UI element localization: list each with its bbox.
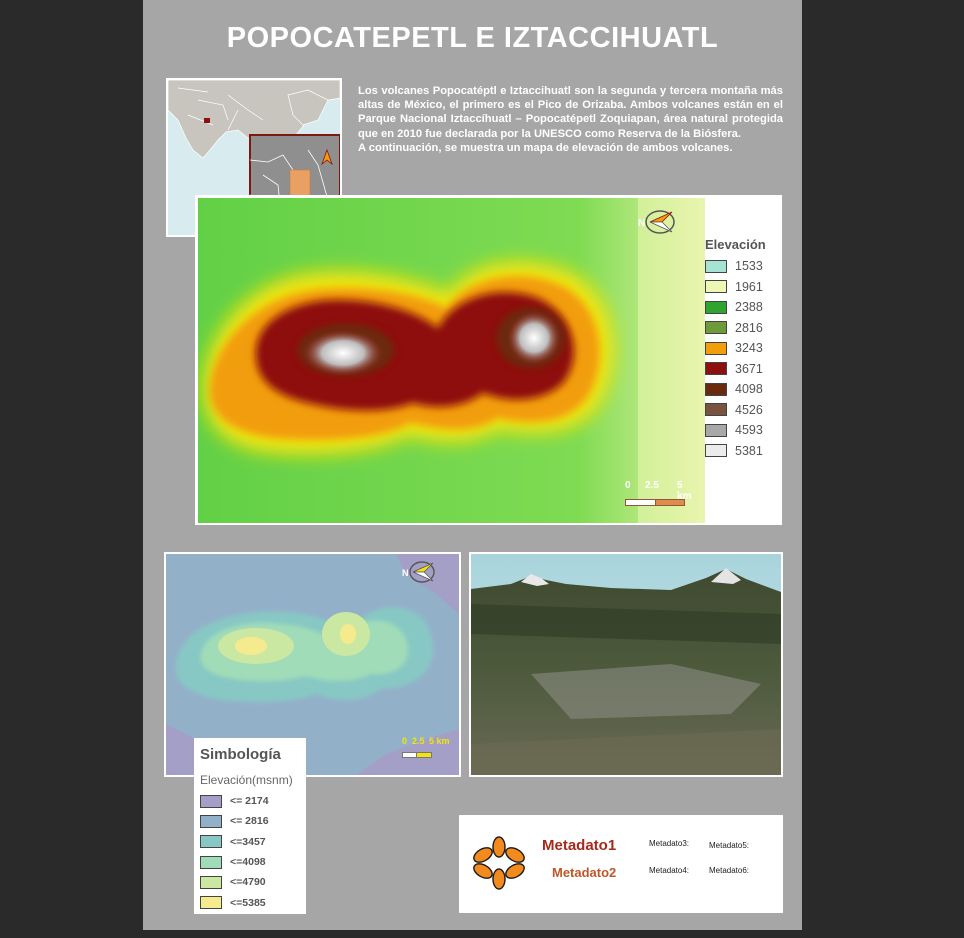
elevation-legend-item: 1533 xyxy=(705,256,780,277)
elevation-legend-item: 4526 xyxy=(705,400,780,421)
metadata-5: Metadato5: xyxy=(709,841,750,850)
elevation-legend-label: 4593 xyxy=(735,423,763,438)
elevation-legend-item: 5381 xyxy=(705,441,780,462)
metadata-box: Metadato1 Metadato2 Metadato3: Metadato5… xyxy=(459,815,783,913)
elevation-legend-label: 2816 xyxy=(735,320,763,335)
elevation-raster: N xyxy=(198,198,705,523)
symbology-label: <= 2174 xyxy=(230,795,269,808)
elevation-legend-swatch xyxy=(705,403,727,417)
symbology-title: Simbología xyxy=(200,746,281,763)
small-scale-2: 5 km xyxy=(429,736,450,746)
landscape-illustration xyxy=(471,554,781,775)
elevation-legend-item: 3243 xyxy=(705,338,780,359)
elevation-legend-label: 1533 xyxy=(735,259,763,274)
main-elevation-map: N 0 2.5 5 km Elevación 1533 1961 2388 2816 3… xyxy=(195,195,782,525)
page-title: POPOCATEPETL E IZTACCIHUATL xyxy=(226,22,719,54)
symbology-item: <=4098 xyxy=(200,852,306,872)
symbology-item: <= 2174 xyxy=(200,791,306,811)
intro-paragraph-2: A continuación, se muestra un mapa de el… xyxy=(358,141,733,154)
logo-flower-icon xyxy=(473,836,525,890)
symbology-swatch xyxy=(200,814,222,828)
elevation-legend-swatch xyxy=(705,341,727,355)
symbology-label: <=3457 xyxy=(230,835,266,848)
elevation-legend-swatch xyxy=(705,444,727,458)
main-scale-0: 0 xyxy=(625,480,631,491)
symbology-swatch xyxy=(200,794,222,808)
metadata-6: Metadato6: xyxy=(709,866,750,875)
symbology-swatch xyxy=(200,855,222,869)
elevation-legend-swatch xyxy=(705,280,727,294)
elevation-legend-item: 1961 xyxy=(705,277,780,298)
elevation-legend-label: 4098 xyxy=(735,382,763,397)
elevation-legend-item: 2388 xyxy=(705,297,780,318)
elevation-legend: Elevación 1533 1961 2388 2816 3243 3671 4098 45… xyxy=(705,237,780,461)
metadata-2: Metadato2 xyxy=(552,865,617,880)
elevation-legend-label: 2388 xyxy=(735,300,763,315)
main-scale-1: 2.5 xyxy=(645,480,659,491)
volcano-landscape-photo xyxy=(469,552,783,777)
elevation-legend-swatch xyxy=(705,362,727,376)
symbology-label: <=4098 xyxy=(230,856,266,869)
symbology-label: <= 2816 xyxy=(230,815,269,828)
elevation-legend-label: 1961 xyxy=(735,279,763,294)
elevation-legend-label: 3243 xyxy=(735,341,763,356)
elevation-legend-item: 4593 xyxy=(705,420,780,441)
elevation-legend-swatch xyxy=(705,423,727,437)
elevation-legend-label: 3671 xyxy=(735,361,763,376)
elevation-legend-item: 2816 xyxy=(705,318,780,339)
metadata-1: Metadato1 xyxy=(542,837,617,854)
svg-text:N: N xyxy=(402,568,409,578)
elevation-legend-swatch xyxy=(705,382,727,396)
elevation-legend-swatch xyxy=(705,300,727,314)
elevation-legend-label: 4526 xyxy=(735,402,763,417)
symbology-label: <=5385 xyxy=(230,896,266,909)
symbology-item: <=4790 xyxy=(200,872,306,892)
symbology-swatch xyxy=(200,875,222,889)
symbology-label: <=4790 xyxy=(230,876,266,889)
elevation-legend-label: 5381 xyxy=(735,443,763,458)
symbology-item: <= 2816 xyxy=(200,811,306,831)
symbology-item: <=5385 xyxy=(200,892,306,912)
map-sheet: POPOCATEPETL E IZTACCIHUATL Los volcanes… xyxy=(143,0,802,930)
small-scale-0: 0 xyxy=(402,736,408,746)
symbology-swatch xyxy=(200,896,222,910)
symbology-swatch xyxy=(200,835,222,849)
elevation-legend-swatch xyxy=(705,321,727,335)
elevation-legend-swatch xyxy=(705,259,727,273)
intro-text: Los volcanes Popocatéptl e Iztaccihuatl … xyxy=(358,84,783,155)
svg-text:N: N xyxy=(638,218,645,229)
intro-paragraph-1: Los volcanes Popocatéptl e Iztaccihuatl … xyxy=(358,85,783,140)
symbology-item: <=3457 xyxy=(200,832,306,852)
small-scale-1: 2.5 xyxy=(412,736,425,746)
elevation-legend-item: 3671 xyxy=(705,359,780,380)
metadata-3: Metadato3: xyxy=(649,839,690,848)
metadata-4: Metadato4: xyxy=(649,866,690,875)
elevation-legend-title: Elevación xyxy=(705,237,766,252)
symbology-legend: Simbología Elevación(msnm) <= 2174 <= 281… xyxy=(194,738,306,914)
elevation-legend-item: 4098 xyxy=(705,379,780,400)
symbology-subtitle: Elevación(msnm) xyxy=(200,773,293,787)
